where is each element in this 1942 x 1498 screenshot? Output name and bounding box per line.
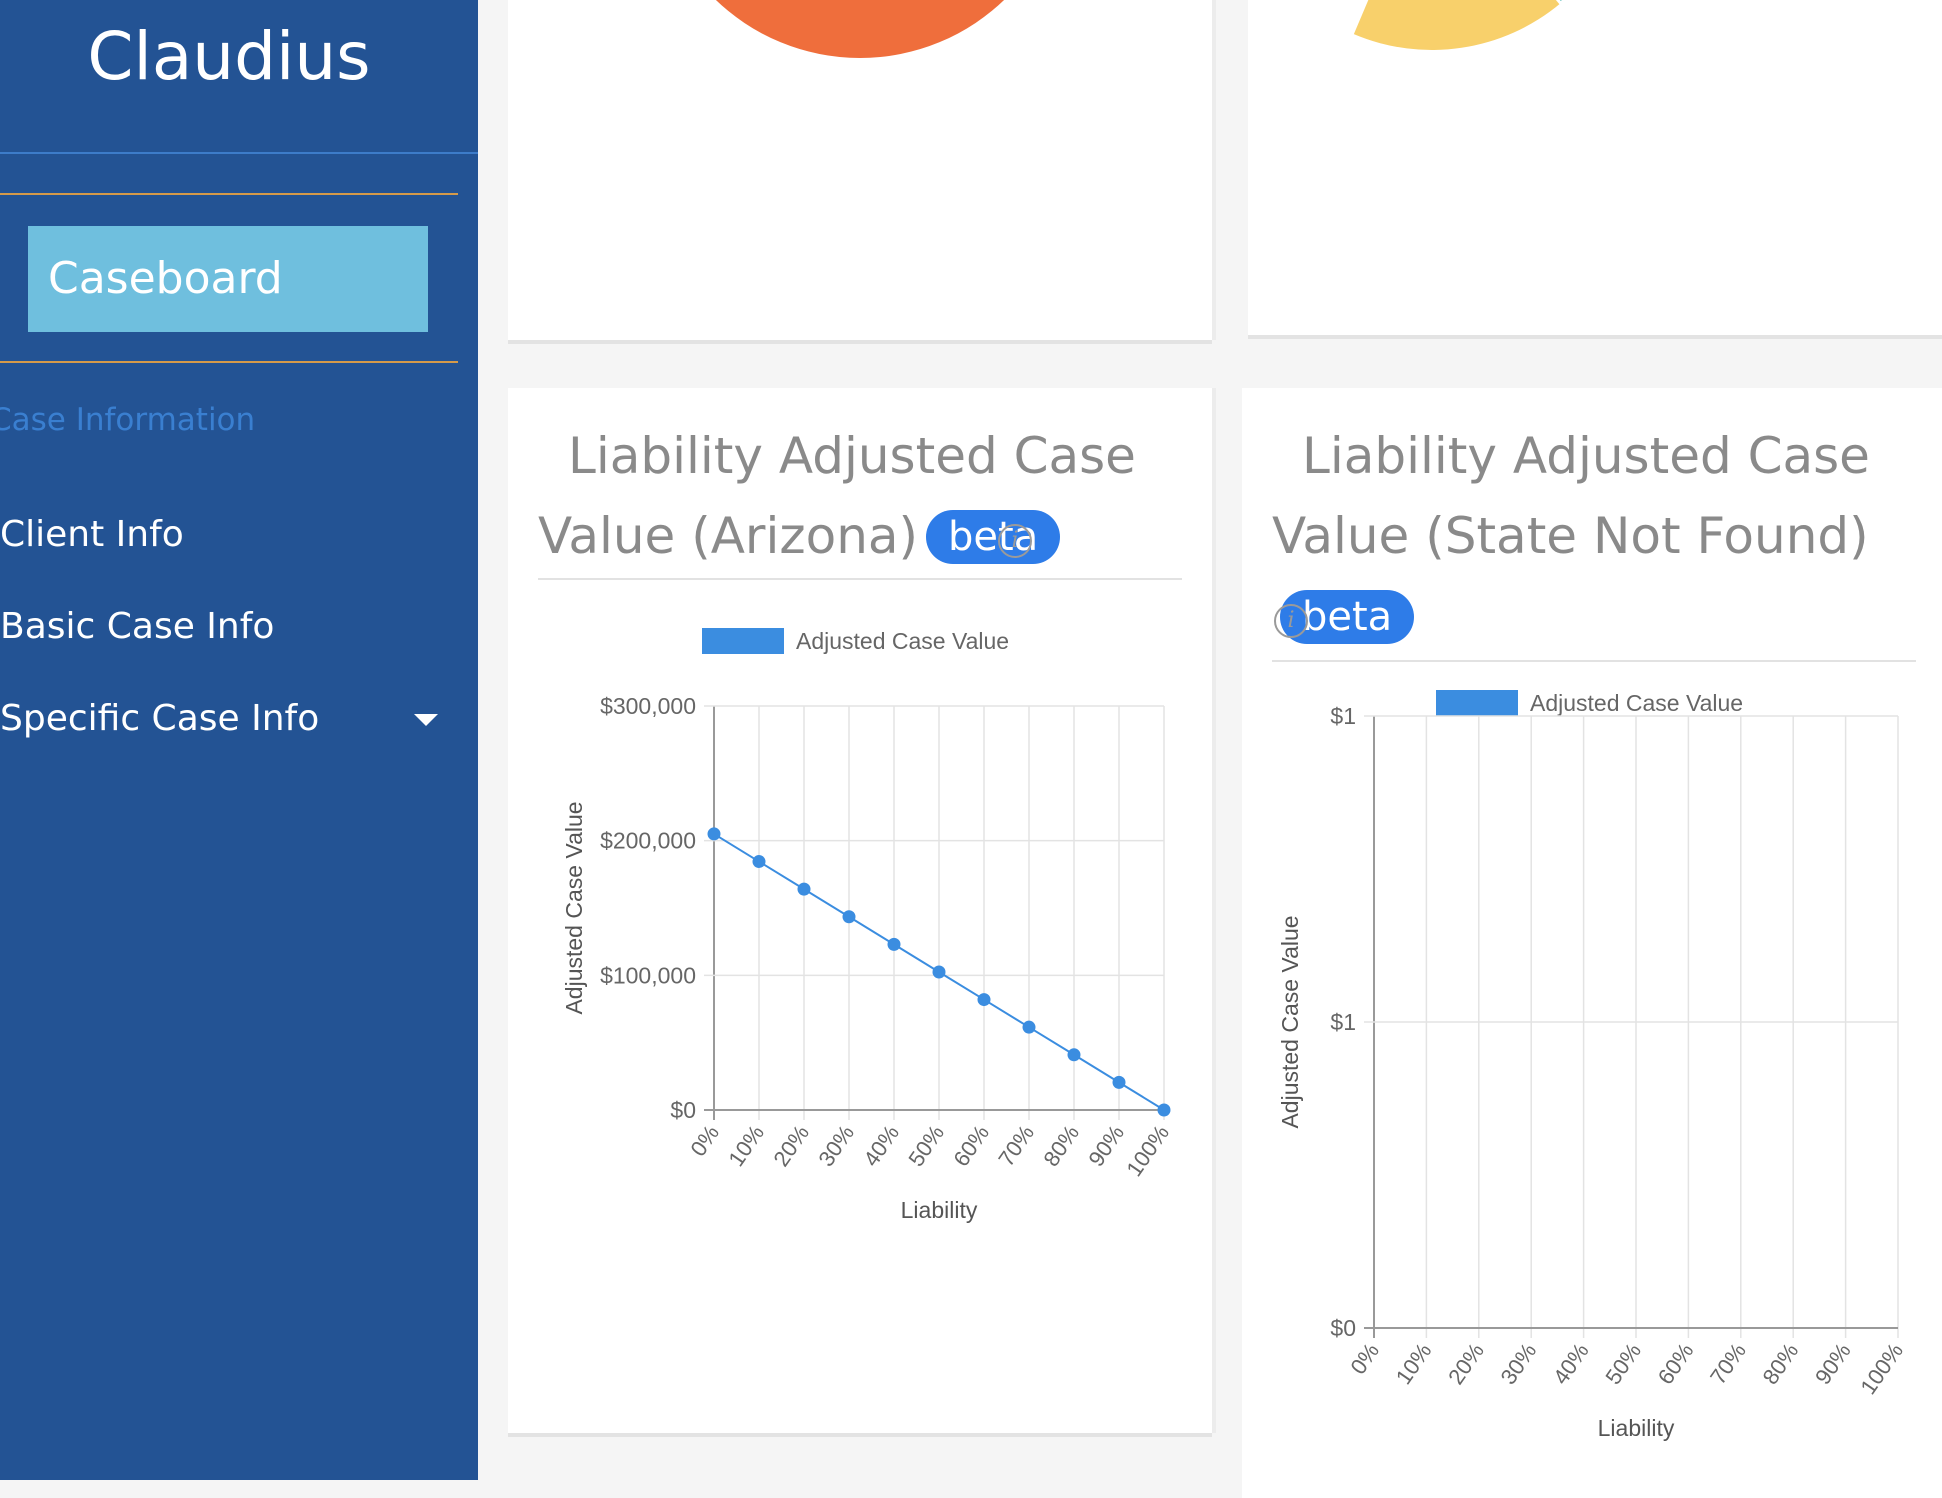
x-tick-label: 40% <box>1548 1339 1594 1389</box>
x-tick-label: 0% <box>1345 1339 1384 1379</box>
x-tick-label: 10% <box>723 1121 769 1171</box>
data-point <box>842 910 856 924</box>
x-tick-label: 50% <box>1600 1339 1646 1389</box>
data-point <box>1157 1103 1171 1117</box>
sidebar-item-client-info[interactable]: Client Info <box>0 514 184 555</box>
line-chart-state-not-found: Adjusted Case Value $1 $1 $00% 10% 20% 30% 40% 5… <box>1277 690 1908 1441</box>
x-axis-title: Liability <box>1598 1415 1675 1441</box>
card-title-text: Value (Arizona) <box>538 507 919 565</box>
card-title-line2: Value (Arizona) beta <box>538 496 1061 576</box>
legend-swatch <box>1436 690 1518 716</box>
x-tick-label: 90% <box>1810 1339 1856 1389</box>
y-tick-label: $300,000 <box>600 693 696 719</box>
pie-chart-right <box>1353 0 1567 50</box>
y-tick-label: $200,000 <box>600 828 696 854</box>
chart-card-state-not-found: Liability Adjusted Case Value (State Not… <box>1242 388 1942 1498</box>
legend-label: Adjusted Case Value <box>1530 690 1743 716</box>
y-axis-title: Adjusted Case Value <box>1277 915 1303 1128</box>
data-point <box>932 965 946 979</box>
x-tick-label: 100% <box>1855 1339 1908 1399</box>
card-title-line1: Liability Adjusted Case <box>1302 427 1870 485</box>
y-tick-label: $0 <box>1330 1315 1356 1341</box>
legend-swatch <box>702 628 784 654</box>
sidebar-item-caseboard[interactable]: Caseboard <box>28 226 428 332</box>
y-tick-label: $0 <box>670 1097 696 1123</box>
x-tick-label: 80% <box>1758 1339 1804 1389</box>
card-title-line2: Value (State Not Found)beta <box>1272 496 1942 656</box>
info-icon[interactable]: i <box>1274 604 1308 638</box>
pie-chart-left <box>652 0 1068 58</box>
x-tick-label: 70% <box>993 1121 1039 1171</box>
sidebar-item-basic-case-info[interactable]: Basic Case Info <box>0 606 274 647</box>
card-title-line1: Liability Adjusted Case <box>568 427 1136 485</box>
sidebar: Claudius Caseboard Case Information Clie… <box>0 0 478 1480</box>
pie-slice[interactable] <box>1353 0 1561 50</box>
card-title-text: Value (State Not Found) <box>1272 507 1869 565</box>
x-tick-label: 60% <box>1653 1339 1699 1389</box>
x-tick-label: 60% <box>948 1121 994 1171</box>
pie-slice[interactable] <box>652 0 1068 58</box>
data-point <box>887 937 901 951</box>
beta-badge: beta <box>926 509 1061 564</box>
chart-card-arizona: Liability Adjusted Case Value (Arizona) b… <box>508 388 1212 1433</box>
app-brand[interactable]: Claudius <box>0 18 458 95</box>
sidebar-divider-top <box>0 193 458 195</box>
x-tick-label: 10% <box>1391 1339 1437 1389</box>
x-tick-label: 20% <box>768 1121 814 1171</box>
y-tick-label: $1 <box>1330 703 1356 729</box>
y-axis-title: Adjusted Case Value <box>561 801 587 1014</box>
chevron-down-icon[interactable] <box>414 714 438 726</box>
line-chart-arizona: Adjusted Case Value $300,000 $200,000 $100,… <box>561 628 1174 1223</box>
x-tick-label: 80% <box>1038 1121 1084 1171</box>
x-tick-label: 90% <box>1083 1121 1129 1171</box>
sidebar-divider <box>0 152 478 154</box>
legend-label: Adjusted Case Value <box>796 628 1009 654</box>
x-tick-label: 0% <box>685 1121 724 1161</box>
x-tick-label: 100% <box>1121 1121 1174 1181</box>
data-point <box>1067 1048 1081 1062</box>
x-tick-label: 50% <box>903 1121 949 1171</box>
x-tick-label: 30% <box>813 1121 859 1171</box>
pie-card-right <box>1248 0 1942 335</box>
data-point <box>977 993 991 1007</box>
sidebar-item-specific-case-info[interactable]: Specific Case Info <box>0 698 319 739</box>
pie-card-left <box>508 0 1212 340</box>
x-axis-title: Liability <box>901 1197 978 1223</box>
sidebar-divider-bottom <box>0 361 458 363</box>
x-tick-label: 70% <box>1705 1339 1751 1389</box>
x-tick-label: 40% <box>858 1121 904 1171</box>
data-point <box>752 855 766 869</box>
sidebar-section-case-information: Case Information <box>0 402 256 438</box>
data-point <box>797 882 811 896</box>
x-tick-label: 20% <box>1443 1339 1489 1389</box>
y-tick-label: $100,000 <box>600 962 696 988</box>
data-point <box>1022 1020 1036 1034</box>
info-icon[interactable]: i <box>998 524 1032 558</box>
x-tick-label: 30% <box>1496 1339 1542 1389</box>
data-point <box>707 827 721 841</box>
data-point <box>1112 1075 1126 1089</box>
y-tick-label: $1 <box>1330 1009 1356 1035</box>
